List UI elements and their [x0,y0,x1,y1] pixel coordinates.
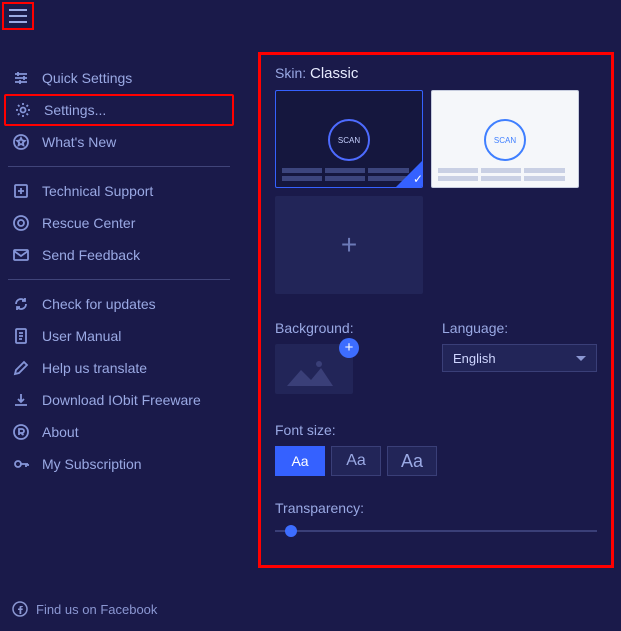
menu-my-subscription[interactable]: My Subscription [4,448,234,480]
menu-quick-settings[interactable]: Quick Settings [4,62,234,94]
check-icon [396,161,422,187]
menu-label: Quick Settings [42,70,132,86]
menu-label: About [42,424,79,440]
menu-settings[interactable]: Settings... [4,94,234,126]
registered-icon [12,423,30,441]
menu-technical-support[interactable]: Technical Support [4,175,234,207]
language-value: English [453,351,496,366]
sidebar-menu: Quick Settings Settings... What's New Te… [4,62,234,480]
separator [8,279,230,280]
menu-label: Check for updates [42,296,156,312]
scan-preview: SCAN [484,119,526,161]
hamburger-menu-button[interactable] [9,9,27,23]
transparency-label: Transparency: [275,500,597,516]
manual-icon [12,327,30,345]
menu-label: Send Feedback [42,247,140,263]
settings-panel: Skin: Classic SCAN SCAN + Background: + [258,52,614,568]
skin-option-classic-dark[interactable]: SCAN [275,90,423,188]
menu-help-translate[interactable]: Help us translate [4,352,234,384]
font-size-medium[interactable]: Aa [331,446,381,476]
key-icon [12,455,30,473]
background-label: Background: [275,320,424,336]
mail-icon [12,246,30,264]
facebook-link[interactable]: Find us on Facebook [12,601,157,617]
menu-label: Technical Support [42,183,153,199]
gear-icon [14,101,32,119]
add-background-icon: + [339,338,359,358]
separator [8,166,230,167]
menu-check-updates[interactable]: Check for updates [4,288,234,320]
menu-label: User Manual [42,328,121,344]
plus-icon: + [341,229,357,261]
menu-label: My Subscription [42,456,142,472]
skin-add-button[interactable]: + [275,196,423,294]
refresh-icon [12,295,30,313]
chevron-down-icon [576,356,586,361]
font-size-label: Font size: [275,422,597,438]
slider-knob[interactable] [285,525,297,537]
skin-option-classic-light[interactable]: SCAN [431,90,579,188]
font-size-small[interactable]: Aa [275,446,325,476]
menu-user-manual[interactable]: User Manual [4,320,234,352]
transparency-slider[interactable] [275,524,597,538]
menu-rescue-center[interactable]: Rescue Center [4,207,234,239]
menu-label: Rescue Center [42,215,135,231]
image-placeholder-icon [283,356,337,390]
scan-preview: SCAN [328,119,370,161]
menu-label: Settings... [44,102,106,118]
menu-send-feedback[interactable]: Send Feedback [4,239,234,271]
menu-whats-new[interactable]: What's New [4,126,234,158]
lifebuoy-icon [12,214,30,232]
language-label: Language: [442,320,597,336]
facebook-icon [12,601,28,617]
menu-download-freeware[interactable]: Download IObit Freeware [4,384,234,416]
download-icon [12,391,30,409]
star-icon [12,133,30,151]
support-icon [12,182,30,200]
sliders-icon [12,69,30,87]
language-select[interactable]: English [442,344,597,372]
menu-label: Download IObit Freeware [42,392,201,408]
skin-value: Classic [310,65,358,82]
menu-about[interactable]: About [4,416,234,448]
background-picker[interactable]: + [275,344,353,394]
menu-label: Help us translate [42,360,147,376]
pencil-icon [12,359,30,377]
font-size-large[interactable]: Aa [387,446,437,476]
skin-label: Skin: [275,65,306,81]
facebook-label: Find us on Facebook [36,602,157,617]
menu-label: What's New [42,134,116,150]
